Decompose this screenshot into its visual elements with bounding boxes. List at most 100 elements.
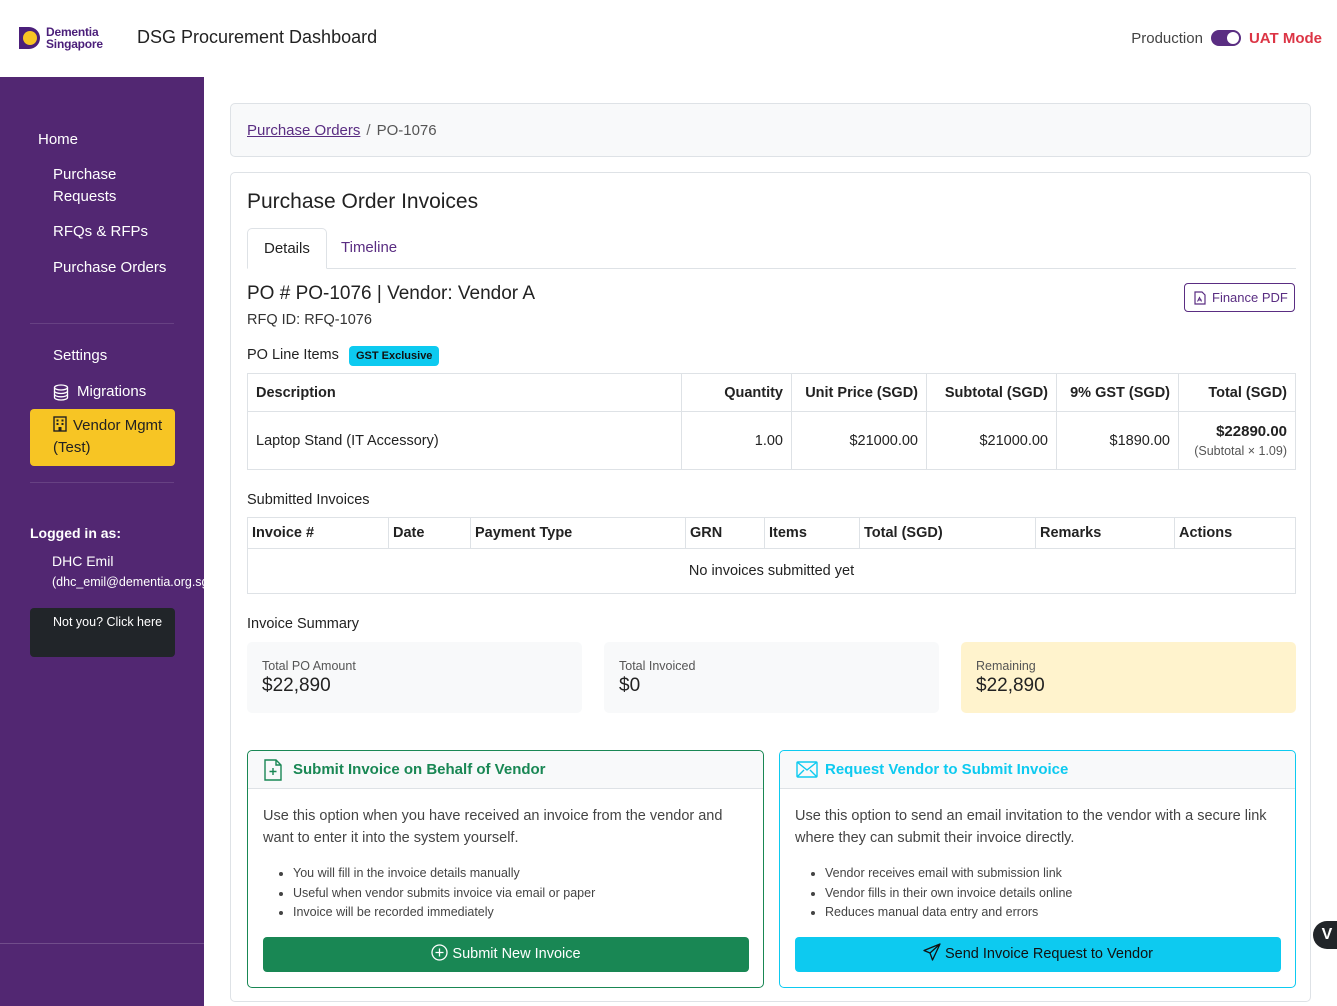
sidebar-item-migrations-label: Migrations <box>77 383 147 400</box>
summary-label: Remaining <box>976 659 1036 673</box>
list-item: Vendor receives email with submission li… <box>825 864 1072 884</box>
send-invoice-request-label: Send Invoice Request to Vendor <box>945 946 1153 962</box>
sidebar-item-purchase-orders[interactable]: Purchase Orders <box>53 257 173 279</box>
finance-pdf-label: Finance PDF <box>1212 290 1288 305</box>
card-title: Submit Invoice on Behalf of Vendor <box>293 761 546 778</box>
sidebar-bottom-divider <box>0 943 204 944</box>
file-pdf-icon <box>1194 291 1206 305</box>
list-item: Vendor fills in their own invoice detail… <box>825 884 1072 904</box>
column-header: Items <box>764 517 860 549</box>
card-header: Request Vendor to Submit Invoice <box>780 751 1295 789</box>
item-subtotal: $21000.00 <box>926 411 1057 470</box>
sidebar-item-purchase-requests[interactable]: Purchase Requests <box>53 164 173 208</box>
sidebar-item-vendor-mgmt-label: Vendor Mgmt (Test) <box>53 417 163 456</box>
dementia-singapore-logo[interactable]: Dementia Singapore <box>16 22 111 54</box>
list-item: Reduces manual data entry and errors <box>825 903 1072 923</box>
column-header: Payment Type <box>470 517 686 549</box>
card-title: Request Vendor to Submit Invoice <box>825 761 1069 778</box>
file-plus-icon <box>264 759 282 781</box>
summary-total-po: Total PO Amount $22,890 <box>247 642 582 713</box>
envelope-icon <box>796 761 818 778</box>
breadcrumb-separator: / <box>366 122 371 139</box>
table-header-row: Description Quantity Unit Price (SGD) Su… <box>247 373 1296 412</box>
summary-value: $22,890 <box>262 675 331 696</box>
submit-on-behalf-card: Submit Invoice on Behalf of Vendor Use t… <box>247 750 764 988</box>
send-invoice-request-button[interactable]: Send Invoice Request to Vendor <box>795 937 1281 972</box>
item-quantity: 1.00 <box>681 411 792 470</box>
submit-new-invoice-button[interactable]: Submit New Invoice <box>263 937 749 972</box>
column-header: Date <box>388 517 471 549</box>
list-item: You will fill in the invoice details man… <box>293 864 595 884</box>
page-title: Purchase Order Invoices <box>247 190 479 213</box>
database-icon <box>53 383 69 401</box>
list-item: Invoice will be recorded immediately <box>293 903 595 923</box>
logo-text: Dementia Singapore <box>46 26 103 50</box>
item-unit-price: $21000.00 <box>791 411 927 470</box>
card-description: Use this option when you have received a… <box>263 808 723 846</box>
summary-total-invoiced: Total Invoiced $0 <box>604 642 939 713</box>
tab-bar: Details Timeline <box>247 228 1296 269</box>
breadcrumb: Purchase Orders / PO-1076 <box>230 103 1311 157</box>
rfq-id: RFQ ID: RFQ-1076 <box>247 312 372 328</box>
item-total: $22890.00 <box>1216 422 1287 440</box>
summary-label: Total Invoiced <box>619 659 696 673</box>
bullet-list: You will fill in the invoice details man… <box>293 864 595 923</box>
sidebar-item-settings[interactable]: Settings <box>53 345 107 367</box>
summary-remaining: Remaining $22,890 <box>961 642 1296 713</box>
sidebar-item-home[interactable]: Home <box>38 129 78 151</box>
not-you-button[interactable]: Not you? Click here <box>30 608 175 657</box>
po-line-items-table: Description Quantity Unit Price (SGD) Su… <box>247 373 1296 470</box>
no-invoices-message: No invoices submitted yet <box>247 548 1296 594</box>
uat-mode-label: UAT Mode <box>1248 29 1322 47</box>
sidebar-divider <box>30 482 174 483</box>
column-header: Unit Price (SGD) <box>791 373 927 412</box>
uat-mode-toggle[interactable] <box>1210 30 1241 46</box>
plus-circle-icon <box>431 944 449 961</box>
production-label: Production <box>1131 29 1203 47</box>
breadcrumb-current: PO-1076 <box>376 122 437 139</box>
column-header: Remarks <box>1035 517 1175 549</box>
item-total-cell: $22890.00 (Subtotal × 1.09) <box>1178 411 1296 470</box>
submitted-invoices-label: Submitted Invoices <box>247 492 370 508</box>
tab-details[interactable]: Details <box>247 228 327 269</box>
summary-value: $0 <box>619 675 641 696</box>
column-header: Total (SGD) <box>859 517 1036 549</box>
item-total-note: (Subtotal × 1.09) <box>1194 443 1287 458</box>
column-header: Actions <box>1174 517 1296 549</box>
sidebar-item-rfqs[interactable]: RFQs & RFPs <box>53 221 148 243</box>
environment-switch: Production UAT Mode <box>1131 27 1322 49</box>
card-description: Use this option to send an email invitat… <box>795 808 1267 846</box>
column-header: Total (SGD) <box>1178 373 1296 412</box>
floating-widget-button[interactable]: V <box>1313 921 1337 949</box>
item-description: Laptop Stand (IT Accessory) <box>247 411 682 470</box>
summary-label: Total PO Amount <box>262 659 356 673</box>
sidebar-item-vendor-mgmt[interactable]: Vendor Mgmt (Test) <box>30 409 175 466</box>
app-title: DSG Procurement Dashboard <box>137 27 378 47</box>
column-header: Subtotal (SGD) <box>926 373 1057 412</box>
sidebar: Home Purchase Requests RFQs & RFPs Purch… <box>0 77 204 1006</box>
table-row: No invoices submitted yet <box>247 548 1296 594</box>
column-header: 9% GST (SGD) <box>1056 373 1179 412</box>
card-header: Submit Invoice on Behalf of Vendor <box>248 751 763 789</box>
user-email: (dhc_emil@dementia.org.sg) <box>52 575 204 589</box>
po-heading: PO # PO-1076 | Vendor: Vendor A <box>247 283 536 304</box>
invoices-card: Purchase Order Invoices Details Timeline… <box>230 172 1311 1002</box>
finance-pdf-button[interactable]: Finance PDF <box>1184 283 1295 312</box>
submitted-invoices-table: Invoice # Date Payment Type GRN Items To… <box>247 517 1296 594</box>
top-header: Dementia Singapore DSG Procurement Dashb… <box>0 0 1337 77</box>
column-header: Invoice # <box>247 517 389 549</box>
logo-line-2: Singapore <box>46 37 103 51</box>
request-vendor-card: Request Vendor to Submit Invoice Use thi… <box>779 750 1296 988</box>
column-header: GRN <box>685 517 765 549</box>
breadcrumb-purchase-orders-link[interactable]: Purchase Orders <box>247 122 360 139</box>
sidebar-item-migrations[interactable]: Migrations <box>53 381 146 403</box>
bullet-list: Vendor receives email with submission li… <box>825 864 1072 923</box>
table-row: Laptop Stand (IT Accessory) 1.00 $21000.… <box>247 411 1296 470</box>
logo-mark-icon <box>19 27 40 49</box>
gst-exclusive-badge: GST Exclusive <box>349 346 440 366</box>
item-gst: $1890.00 <box>1056 411 1179 470</box>
sidebar-divider <box>30 323 174 324</box>
tab-timeline[interactable]: Timeline <box>325 228 413 269</box>
invoice-summary-label: Invoice Summary <box>247 616 360 632</box>
summary-value: $22,890 <box>976 675 1045 696</box>
